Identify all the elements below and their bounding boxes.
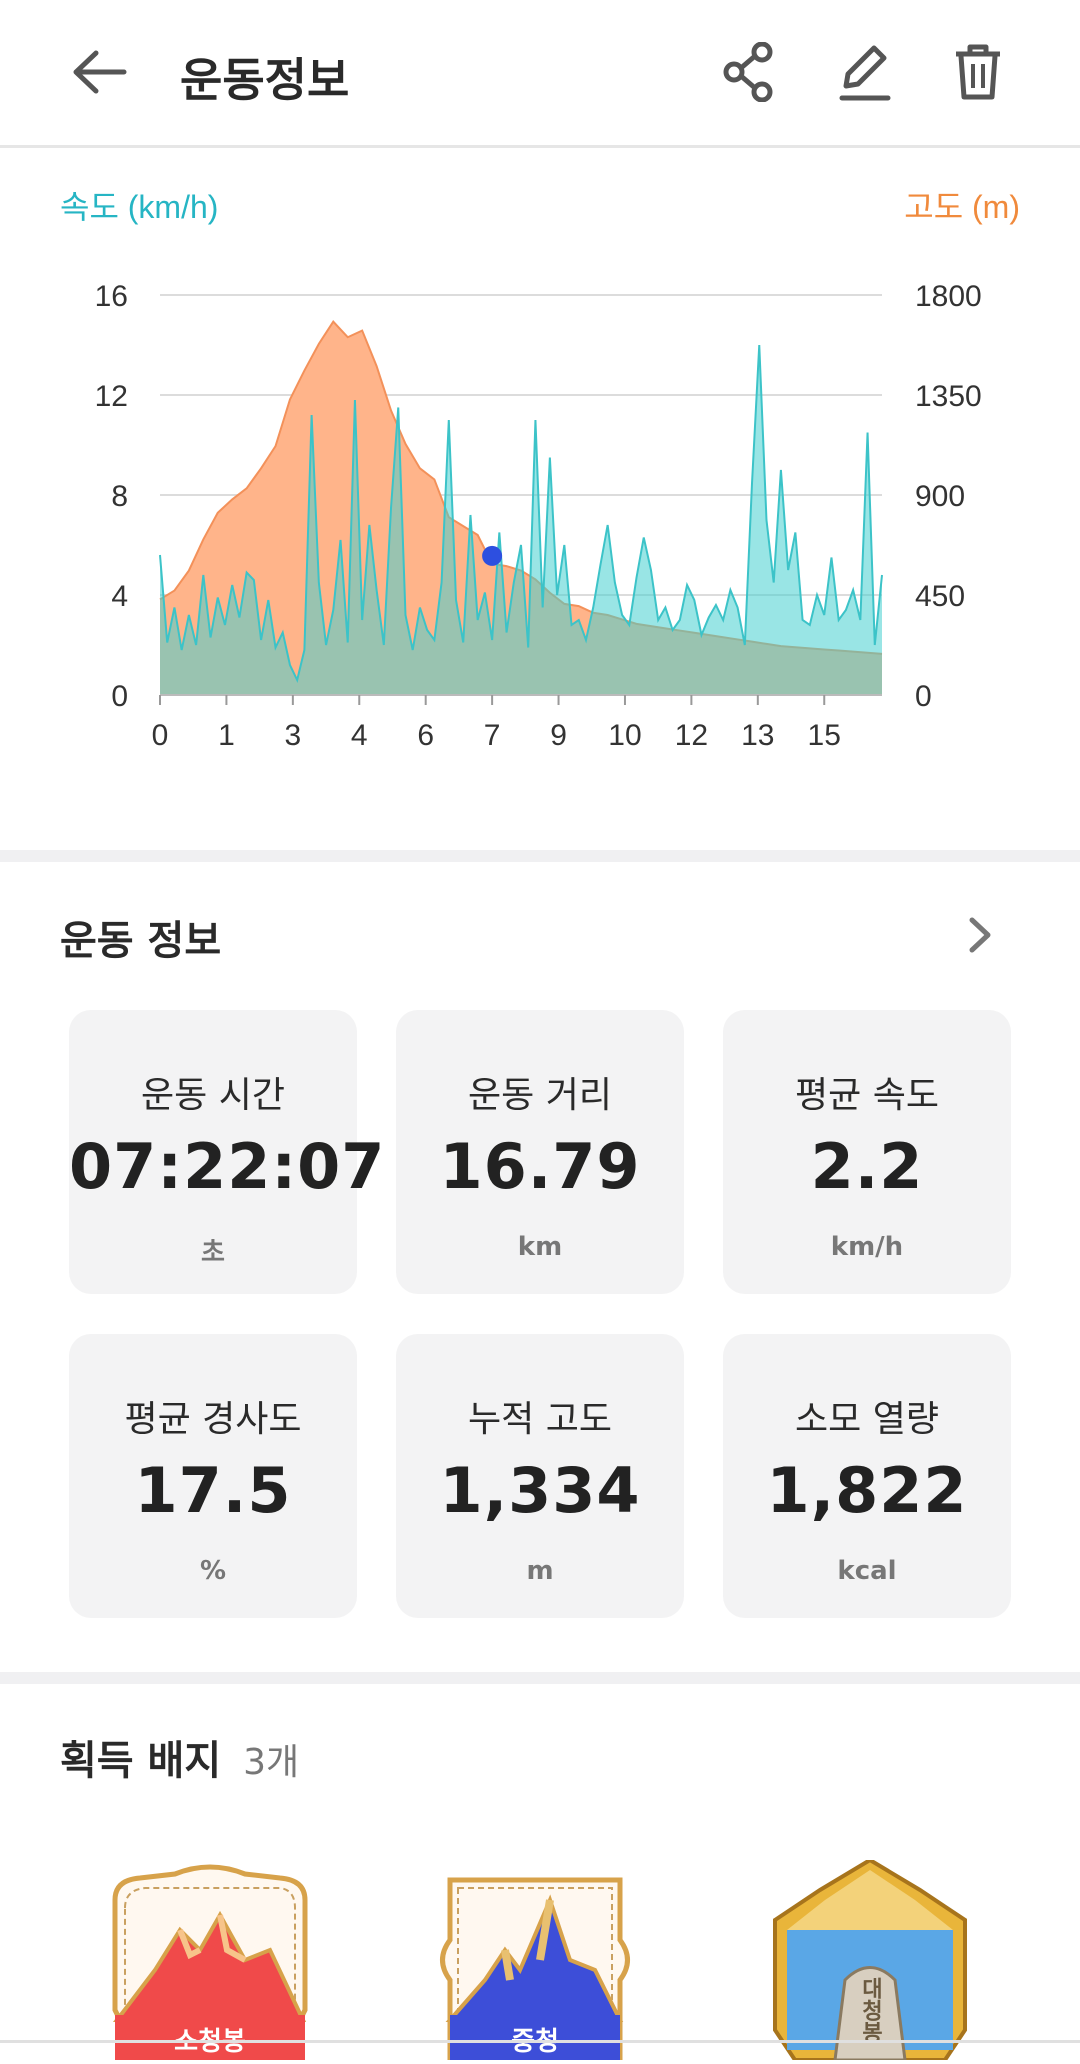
speed-altitude-chart: 속도 (km/h) 고도 (m) 16 1800 12 1350 8 900 4 450 0 0 0… bbox=[0, 150, 1080, 850]
app-header: 운동정보 bbox=[0, 0, 1080, 148]
x-tick-label: 12 bbox=[675, 719, 708, 752]
stat-card: 운동 거리 16.79 km bbox=[396, 1010, 684, 1294]
speed-axis-label: 속도 (km/h) bbox=[60, 189, 218, 225]
mountain-badge-gold-icon: 대청봉 bbox=[773, 1857, 967, 2062]
y-right-tick-label: 900 bbox=[915, 480, 965, 513]
y-right-tick-label: 450 bbox=[915, 580, 965, 613]
y-left-tick-label: 12 bbox=[95, 380, 128, 413]
x-tick-label: 9 bbox=[550, 719, 567, 752]
stat-value: 1,822 bbox=[766, 1454, 968, 1527]
stat-card: 평균 경사도 17.5% bbox=[69, 1334, 357, 1618]
stat-label: 소모 열량 bbox=[795, 1399, 939, 1440]
stat-value: 16.79 bbox=[439, 1130, 641, 1203]
bottom-divider bbox=[0, 2040, 1080, 2043]
pencil-icon bbox=[839, 45, 891, 101]
x-tick-label: 10 bbox=[608, 719, 641, 752]
max-altitude-marker[interactable] bbox=[482, 545, 503, 566]
x-tick-label: 0 bbox=[152, 719, 169, 752]
badge-socheongbong[interactable]: 소청봉 bbox=[95, 1860, 325, 2063]
summary-title: 운동 정보 bbox=[60, 918, 222, 964]
delete-button[interactable] bbox=[946, 40, 1010, 104]
stat-unit: % bbox=[199, 1556, 227, 1586]
share-icon bbox=[723, 42, 773, 102]
x-tick-label: 1 bbox=[218, 719, 235, 752]
stat-label: 누적 고도 bbox=[468, 1399, 612, 1440]
arrow-left-icon bbox=[73, 50, 127, 94]
stat-card: 소모 열량 1,822 kcal bbox=[723, 1334, 1011, 1618]
chevron-right-icon bbox=[969, 917, 991, 953]
stat-label: 운동 시간 bbox=[141, 1075, 285, 1116]
x-tick-label: 13 bbox=[741, 719, 774, 752]
x-tick-label: 7 bbox=[484, 719, 501, 752]
stat-card: 운동 시간 07:22:07 초 bbox=[69, 1010, 386, 1294]
stat-label: 운동 거리 bbox=[468, 1075, 612, 1116]
mountain-badge-blue-icon: 중청 bbox=[440, 1877, 630, 2063]
stat-unit: 초 bbox=[201, 1238, 225, 1268]
badges-title: 획득 배지 3개 bbox=[60, 1728, 299, 1786]
y-left-tick-label: 16 bbox=[95, 280, 128, 313]
stat-value: 2.2 bbox=[810, 1130, 924, 1203]
x-tick-label: 15 bbox=[808, 719, 841, 752]
y-right-tick-label: 1800 bbox=[915, 280, 982, 313]
stat-label: 평균 속도 bbox=[795, 1075, 939, 1116]
stat-card: 누적 고도 1,334 m bbox=[396, 1334, 684, 1618]
y-left-tick-label: 0 bbox=[111, 680, 128, 713]
section-divider bbox=[0, 1672, 1080, 1684]
summary-more-button[interactable] bbox=[960, 910, 1000, 960]
badge-label: 대청봉 bbox=[858, 1977, 883, 2043]
badges-title-label: 획득 배지 bbox=[60, 1738, 222, 1784]
share-button[interactable] bbox=[718, 40, 782, 104]
altitude-axis-label: 고도 (m) bbox=[904, 189, 1020, 225]
y-right-tick-label: 1350 bbox=[915, 380, 982, 413]
stat-label: 평균 경사도 bbox=[124, 1399, 302, 1440]
trash-icon bbox=[956, 44, 1000, 100]
y-left-tick-label: 4 bbox=[111, 580, 128, 613]
stat-unit: m bbox=[526, 1556, 554, 1586]
stat-value: 07:22:07 bbox=[69, 1130, 386, 1203]
badge-daecheongbong[interactable]: 대청봉 bbox=[755, 1857, 985, 2062]
x-tick-label: 3 bbox=[285, 719, 302, 752]
stat-card: 평균 속도 2.2 km/h bbox=[723, 1010, 1011, 1294]
stat-unit: kcal bbox=[837, 1556, 897, 1586]
mountain-badge-red-icon: 소청봉 bbox=[112, 1864, 308, 2063]
badge-jungcheong[interactable]: 중청 bbox=[420, 1860, 650, 2063]
x-tick-label: 6 bbox=[417, 719, 434, 752]
back-button[interactable] bbox=[68, 40, 132, 104]
stat-unit: km bbox=[517, 1232, 563, 1262]
y-right-tick-label: 0 bbox=[915, 680, 932, 713]
chart-svg: 속도 (km/h) 고도 (m) 16 180012 13508 9004 4500 00… bbox=[60, 189, 1020, 752]
page-title: 운동정보 bbox=[180, 53, 350, 107]
x-tick-label: 4 bbox=[351, 719, 368, 752]
y-left-tick-label: 8 bbox=[111, 480, 128, 513]
stat-value: 17.5 bbox=[134, 1454, 292, 1527]
section-divider bbox=[0, 850, 1080, 862]
stat-value: 1,334 bbox=[439, 1454, 641, 1527]
stat-unit: km/h bbox=[830, 1232, 904, 1262]
edit-button[interactable] bbox=[832, 40, 896, 104]
badges-count: 3개 bbox=[243, 1742, 300, 1783]
